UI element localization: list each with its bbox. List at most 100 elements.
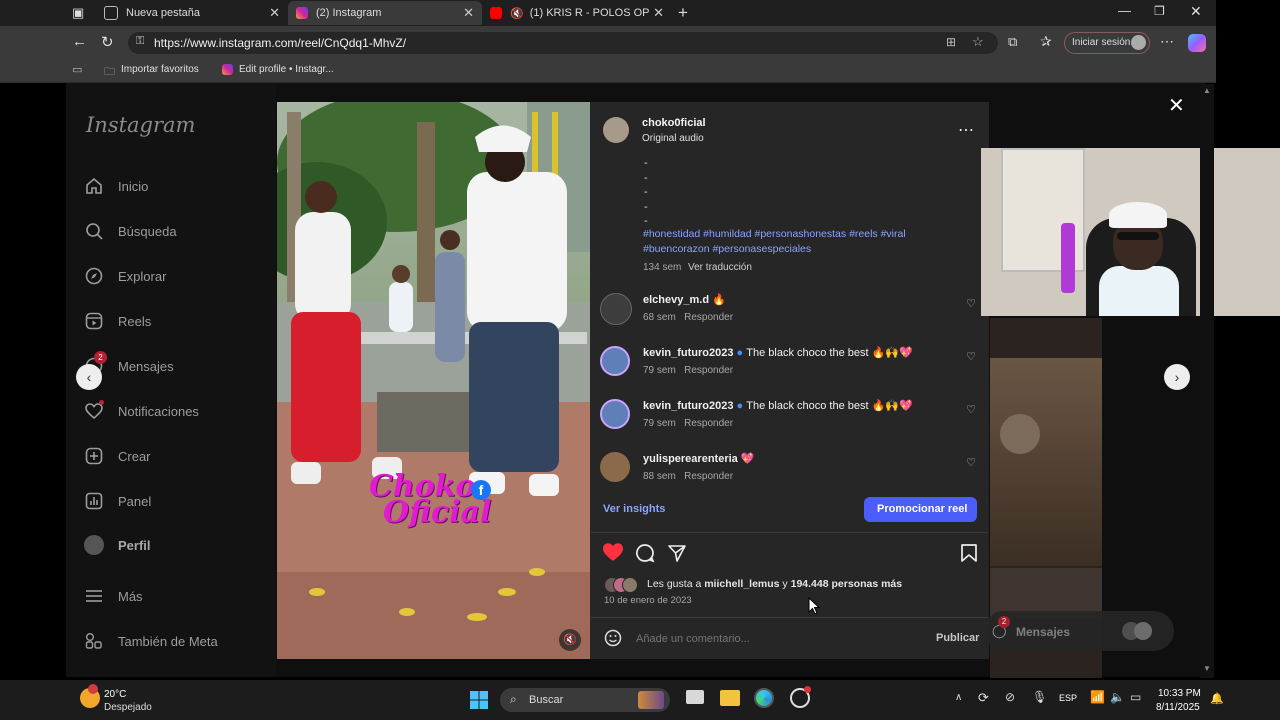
promote-reel-button[interactable]: Promocionar reel xyxy=(864,497,977,522)
sync-icon[interactable]: ⟳ xyxy=(978,690,989,706)
scroll-down-icon[interactable]: ▼ xyxy=(1203,664,1211,673)
sidebar-item-busqueda[interactable]: Búsqueda xyxy=(84,221,177,241)
likes-user[interactable]: miichell_lemus xyxy=(704,578,779,590)
task-view-icon[interactable] xyxy=(686,690,704,704)
favorite-import[interactable]: Importar favoritos xyxy=(121,64,199,75)
reply-link[interactable]: Responder xyxy=(684,312,733,323)
share-send-icon[interactable] xyxy=(667,543,687,568)
sidebar-item-mas[interactable]: Más xyxy=(84,586,143,606)
windows-start-icon[interactable] xyxy=(470,691,488,714)
post-author[interactable]: choko0ficial xyxy=(642,117,706,129)
publish-button[interactable]: Publicar xyxy=(936,632,979,644)
tab-youtube[interactable]: 🔇 (1) KRIS R - POLOS OPUESTO ✕ xyxy=(482,1,672,25)
app-available-icon[interactable]: ⊞ xyxy=(946,35,956,49)
edge-browser-icon[interactable] xyxy=(754,688,774,708)
favorite-edit-profile[interactable]: Edit profile • Instagr... xyxy=(239,64,334,75)
comment-like-icon[interactable]: ♡ xyxy=(966,297,976,310)
caption-hashtags-line1[interactable]: #honestidad #humildad #personashonestas … xyxy=(643,228,906,240)
more-options-icon[interactable]: ⋯ xyxy=(1160,33,1174,50)
collections-icon[interactable]: ▭ xyxy=(72,63,82,76)
sidebar-item-notificaciones[interactable]: Notificaciones xyxy=(84,400,199,421)
commenter-username[interactable]: elchevy_m.d xyxy=(643,294,709,306)
emoji-icon[interactable] xyxy=(604,629,622,652)
maximize-icon[interactable]: ❐ xyxy=(1154,4,1165,18)
extensions-icon[interactable]: ⧉ xyxy=(1008,34,1017,50)
commenter-avatar[interactable] xyxy=(600,293,632,325)
taskbar-search-box[interactable]: ⌕ Buscar xyxy=(500,688,670,712)
microphone-icon[interactable]: 🎙 xyxy=(1032,690,1047,704)
minimize-icon[interactable]: — xyxy=(1118,3,1131,18)
page-scrollbar[interactable]: ▲ ▼ xyxy=(1200,84,1214,678)
show-hidden-icons-chevron-icon[interactable]: ∧ xyxy=(955,692,962,703)
url-field[interactable]: ⚿ https://www.instagram.com/reel/CnQdq1-… xyxy=(128,32,998,54)
commenter-avatar[interactable] xyxy=(600,399,630,429)
clock-time[interactable]: 10:33 PM xyxy=(1158,688,1201,699)
battery-icon[interactable]: ▭ xyxy=(1130,690,1141,704)
weather-temp[interactable]: 20°C xyxy=(104,689,126,700)
commenter-username[interactable]: kevin_futuro2023 xyxy=(643,400,733,412)
copilot-icon[interactable] xyxy=(1188,34,1206,52)
commenter-avatar[interactable] xyxy=(600,452,630,482)
sidebar-item-perfil[interactable]: Perfil xyxy=(84,535,151,555)
close-tab-icon[interactable]: ✕ xyxy=(653,5,664,21)
tab-instagram[interactable]: (2) Instagram ✕ xyxy=(288,1,482,25)
mute-toggle-icon[interactable]: 🔇 xyxy=(559,629,581,651)
previous-post-chevron-icon[interactable]: ‹ xyxy=(76,364,102,390)
commenter-username[interactable]: yulisperearenteria xyxy=(643,453,738,465)
author-avatar[interactable] xyxy=(603,117,629,143)
likes-summary[interactable]: Les gusta a miichell_lemus y 194.448 per… xyxy=(647,578,902,590)
comment-input[interactable] xyxy=(634,628,918,650)
comment-bubble-icon[interactable] xyxy=(635,543,655,568)
weather-condition[interactable]: Despejado xyxy=(104,702,152,713)
sidebar-item-panel[interactable]: Panel xyxy=(84,491,151,511)
save-bookmark-icon[interactable] xyxy=(960,543,978,568)
signin-button[interactable]: Iniciar sesión xyxy=(1064,32,1150,54)
volume-icon[interactable]: 🔈 xyxy=(1110,690,1125,704)
back-arrow-icon[interactable]: ← xyxy=(72,33,87,50)
site-info-icon[interactable]: ⚿ xyxy=(136,35,144,48)
reel-video[interactable]: Choko Oficial f 🔇 xyxy=(277,102,590,659)
language-indicator[interactable]: ESP xyxy=(1059,693,1077,703)
post-audio[interactable]: Original audio xyxy=(642,133,704,144)
likes-count[interactable]: 194.448 personas más xyxy=(791,578,903,590)
next-post-chevron-icon[interactable]: › xyxy=(1164,364,1190,390)
muted-speaker-icon[interactable]: 🔇 xyxy=(510,7,524,20)
like-heart-icon[interactable] xyxy=(602,542,624,567)
sidebar-item-tambien-de-meta[interactable]: También de Meta xyxy=(84,631,218,651)
window-close-icon[interactable]: ✕ xyxy=(1190,3,1202,20)
comment-like-icon[interactable]: ♡ xyxy=(966,403,976,416)
close-modal-icon[interactable]: ✕ xyxy=(1168,93,1185,118)
instagram-logo[interactable]: Instagram xyxy=(86,113,195,137)
sidebar-item-crear[interactable]: Crear xyxy=(84,446,151,466)
close-tab-icon[interactable]: ✕ xyxy=(269,5,280,21)
favorite-star-icon[interactable]: ☆ xyxy=(972,34,984,50)
tab-actions-icon[interactable]: ▣ xyxy=(72,5,84,21)
scroll-up-icon[interactable]: ▲ xyxy=(1203,86,1211,95)
wifi-icon[interactable]: 📶 xyxy=(1090,690,1105,704)
favorites-icon[interactable]: ✰ xyxy=(1040,33,1052,50)
reload-icon[interactable]: ↻ xyxy=(101,33,114,51)
liker-avatars[interactable] xyxy=(604,577,644,593)
sidebar-item-explorar[interactable]: Explorar xyxy=(84,266,166,286)
messages-floating-button[interactable]: ◯ 2 Mensajes xyxy=(984,611,1174,651)
close-tab-icon[interactable]: ✕ xyxy=(463,5,474,21)
commenter-username[interactable]: kevin_futuro2023 xyxy=(643,347,733,359)
notification-bell-icon[interactable]: 🔔 xyxy=(1210,692,1224,705)
reply-link[interactable]: Responder xyxy=(684,418,733,429)
comment-like-icon[interactable]: ♡ xyxy=(966,456,976,469)
comment-like-icon[interactable]: ♡ xyxy=(966,350,976,363)
reply-link[interactable]: Responder xyxy=(684,471,733,482)
view-insights-link[interactable]: Ver insights xyxy=(603,503,665,515)
commenter-avatar[interactable] xyxy=(600,346,630,376)
sidebar-item-reels[interactable]: Reels xyxy=(84,311,151,331)
reply-link[interactable]: Responder xyxy=(684,365,733,376)
url-text[interactable]: https://www.instagram.com/reel/CnQdq1-Mh… xyxy=(154,36,406,50)
file-explorer-icon[interactable] xyxy=(720,690,740,706)
post-options-icon[interactable]: ⋯ xyxy=(958,120,974,140)
tab-new-tab[interactable]: Nueva pestaña ✕ xyxy=(96,1,288,25)
clock-date[interactable]: 8/11/2025 xyxy=(1156,702,1200,713)
network-off-icon[interactable]: ⊘ xyxy=(1005,690,1015,704)
see-translation-link[interactable]: Ver traducción xyxy=(688,262,752,273)
caption-hashtags-line2[interactable]: #buencorazon #personasespeciales xyxy=(643,243,811,255)
sidebar-item-inicio[interactable]: Inicio xyxy=(84,176,148,196)
